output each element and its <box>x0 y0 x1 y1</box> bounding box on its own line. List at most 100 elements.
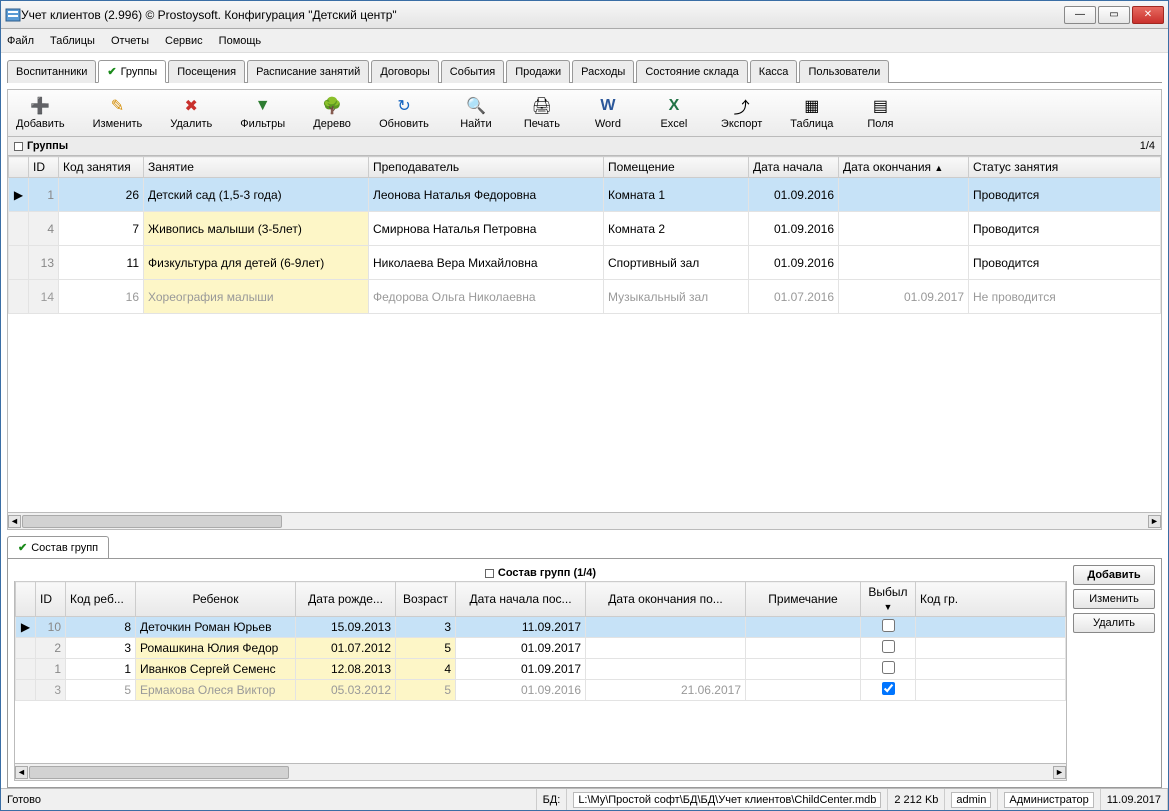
col-id[interactable]: ID <box>29 157 59 178</box>
tab-cash[interactable]: Касса <box>750 60 798 83</box>
status-db-path[interactable]: L:\My\Простой софт\БД\БД\Учет клиентов\C… <box>573 792 881 808</box>
check-icon: ✔ <box>18 541 27 554</box>
toolbar-table-button[interactable]: ▦Таблица <box>786 94 837 132</box>
cell-dop <box>586 617 746 638</box>
toolbar-delete-button[interactable]: ✖Удалить <box>166 94 216 132</box>
col-prep[interactable]: Преподаватель <box>369 157 604 178</box>
col2-dnp[interactable]: Дата начала пос... <box>456 582 586 617</box>
col-kod[interactable]: Код занятия <box>59 157 144 178</box>
toolbar-add-button[interactable]: ➕Добавить <box>12 94 69 132</box>
col2-dop[interactable]: Дата окончания по... <box>586 582 746 617</box>
col-do[interactable]: Дата окончания ▲ <box>839 157 969 178</box>
subtab-members[interactable]: ✔Состав групп <box>7 536 109 558</box>
menu-file[interactable]: Файл <box>7 35 34 47</box>
cell-dr: 05.03.2012 <box>296 680 396 701</box>
members-title: Состав групп (1/4) <box>498 567 596 579</box>
toolbar-find-button[interactable]: 🔍Найти <box>453 94 499 132</box>
scroll-left-icon[interactable]: ◄ <box>15 766 28 779</box>
menu-help[interactable]: Помощь <box>219 35 262 47</box>
cell-id: 1 <box>29 178 59 212</box>
cell-vyb <box>861 617 916 638</box>
collapse-icon[interactable] <box>14 142 23 151</box>
tab-events[interactable]: События <box>441 60 504 83</box>
col-st[interactable]: Статус занятия <box>969 157 1161 178</box>
tab-groups[interactable]: ✔Группы <box>98 60 166 83</box>
col2-dr[interactable]: Дата рожде... <box>296 582 396 617</box>
minimize-button[interactable]: — <box>1064 6 1096 24</box>
col2-vyb[interactable]: Выбыл ▼ <box>861 582 916 617</box>
cell-dop <box>586 638 746 659</box>
table-row[interactable]: ▶126Детский сад (1,5-3 года)Леонова Ната… <box>9 178 1161 212</box>
members-hscroll[interactable]: ◄ ► <box>14 764 1067 781</box>
status-role[interactable]: Администратор <box>1004 792 1093 808</box>
members-edit-button[interactable]: Изменить <box>1073 589 1155 609</box>
cell-id: 4 <box>29 212 59 246</box>
checkbox-vyb[interactable] <box>882 640 895 653</box>
table-row[interactable]: ▶108Деточкин Роман Юрьев15.09.2013311.09… <box>16 617 1066 638</box>
table-row[interactable]: 35Ермакова Олеся Виктор05.03.2012501.09.… <box>16 680 1066 701</box>
cell-reb: Ермакова Олеся Виктор <box>136 680 296 701</box>
tab-students[interactable]: Воспитанники <box>7 60 96 83</box>
table-row[interactable]: 47Живопись малыши (3-5лет)Смирнова Натал… <box>9 212 1161 246</box>
statusbar: Готово БД: L:\My\Простой софт\БД\БД\Учет… <box>1 788 1168 810</box>
scroll-left-icon[interactable]: ◄ <box>8 515 21 528</box>
collapse-icon[interactable] <box>485 569 494 578</box>
cell-dnp: 01.09.2017 <box>456 638 586 659</box>
scroll-thumb[interactable] <box>22 515 282 528</box>
col2-reb[interactable]: Ребенок <box>136 582 296 617</box>
status-size: 2 212 Kb <box>888 789 945 810</box>
toolbar-fields-button[interactable]: ▤Поля <box>857 94 903 132</box>
scroll-right-icon[interactable]: ► <box>1053 766 1066 779</box>
checkbox-vyb[interactable] <box>882 619 895 632</box>
toolbar-word-button[interactable]: WWord <box>585 94 631 132</box>
members-grid[interactable]: ID Код реб... Ребенок Дата рожде... Возр… <box>14 581 1067 764</box>
checkbox-vyb[interactable] <box>882 661 895 674</box>
maximize-button[interactable]: ▭ <box>1098 6 1130 24</box>
toolbar-tree-button[interactable]: 🌳Дерево <box>309 94 355 132</box>
members-delete-button[interactable]: Удалить <box>1073 613 1155 633</box>
menu-reports[interactable]: Отчеты <box>111 35 149 47</box>
toolbar-refresh-button[interactable]: ↻Обновить <box>375 94 433 132</box>
groups-title: Группы <box>27 140 68 152</box>
tab-sales[interactable]: Продажи <box>506 60 570 83</box>
col-zan[interactable]: Занятие <box>144 157 369 178</box>
groups-grid[interactable]: ID Код занятия Занятие Преподаватель Пом… <box>7 156 1162 513</box>
tab-users[interactable]: Пользователи <box>799 60 889 83</box>
toolbar-print-button[interactable]: 🖨Печать <box>519 94 565 132</box>
table-row[interactable]: 11Иванков Сергей Семенс12.08.2013401.09.… <box>16 659 1066 680</box>
col-pom[interactable]: Помещение <box>604 157 749 178</box>
tab-stock[interactable]: Состояние склада <box>636 60 747 83</box>
scroll-right-icon[interactable]: ► <box>1148 515 1161 528</box>
tab-contracts[interactable]: Договоры <box>371 60 438 83</box>
cell-prim <box>746 638 861 659</box>
delete-icon: ✖ <box>181 96 201 116</box>
toolbar-excel-button[interactable]: XExcel <box>651 94 697 132</box>
toolbar-export-button[interactable]: ⤴Экспорт <box>717 94 766 132</box>
col-dn[interactable]: Дата начала <box>749 157 839 178</box>
cell-id: 14 <box>29 280 59 314</box>
menu-service[interactable]: Сервис <box>165 35 203 47</box>
toolbar-edit-button[interactable]: ✎Изменить <box>89 94 147 132</box>
col2-kg[interactable]: Код гр. <box>916 582 1066 617</box>
col2-id[interactable]: ID <box>36 582 66 617</box>
status-user[interactable]: admin <box>951 792 991 808</box>
table-row[interactable]: 1416Хореография малышиФедорова Ольга Ник… <box>9 280 1161 314</box>
col2-voz[interactable]: Возраст <box>396 582 456 617</box>
menu-tables[interactable]: Таблицы <box>50 35 95 47</box>
close-button[interactable]: ✕ <box>1132 6 1164 24</box>
col2-prim[interactable]: Примечание <box>746 582 861 617</box>
toolbar-filters-button[interactable]: ▼Фильтры <box>236 94 289 132</box>
table-row[interactable]: 23Ромашкина Юлия Федор01.07.2012501.09.2… <box>16 638 1066 659</box>
tab-visits[interactable]: Посещения <box>168 60 245 83</box>
cell-kr: 8 <box>66 617 136 638</box>
members-add-button[interactable]: Добавить <box>1073 565 1155 585</box>
cell-kr: 3 <box>66 638 136 659</box>
tab-expenses[interactable]: Расходы <box>572 60 634 83</box>
tab-schedule[interactable]: Расписание занятий <box>247 60 369 83</box>
scroll-thumb[interactable] <box>29 766 289 779</box>
checkbox-vyb[interactable] <box>882 682 895 695</box>
groups-hscroll[interactable]: ◄ ► <box>7 513 1162 530</box>
col2-kr[interactable]: Код реб... <box>66 582 136 617</box>
cell-do <box>839 212 969 246</box>
table-row[interactable]: 1311Физкультура для детей (6-9лет)Никола… <box>9 246 1161 280</box>
